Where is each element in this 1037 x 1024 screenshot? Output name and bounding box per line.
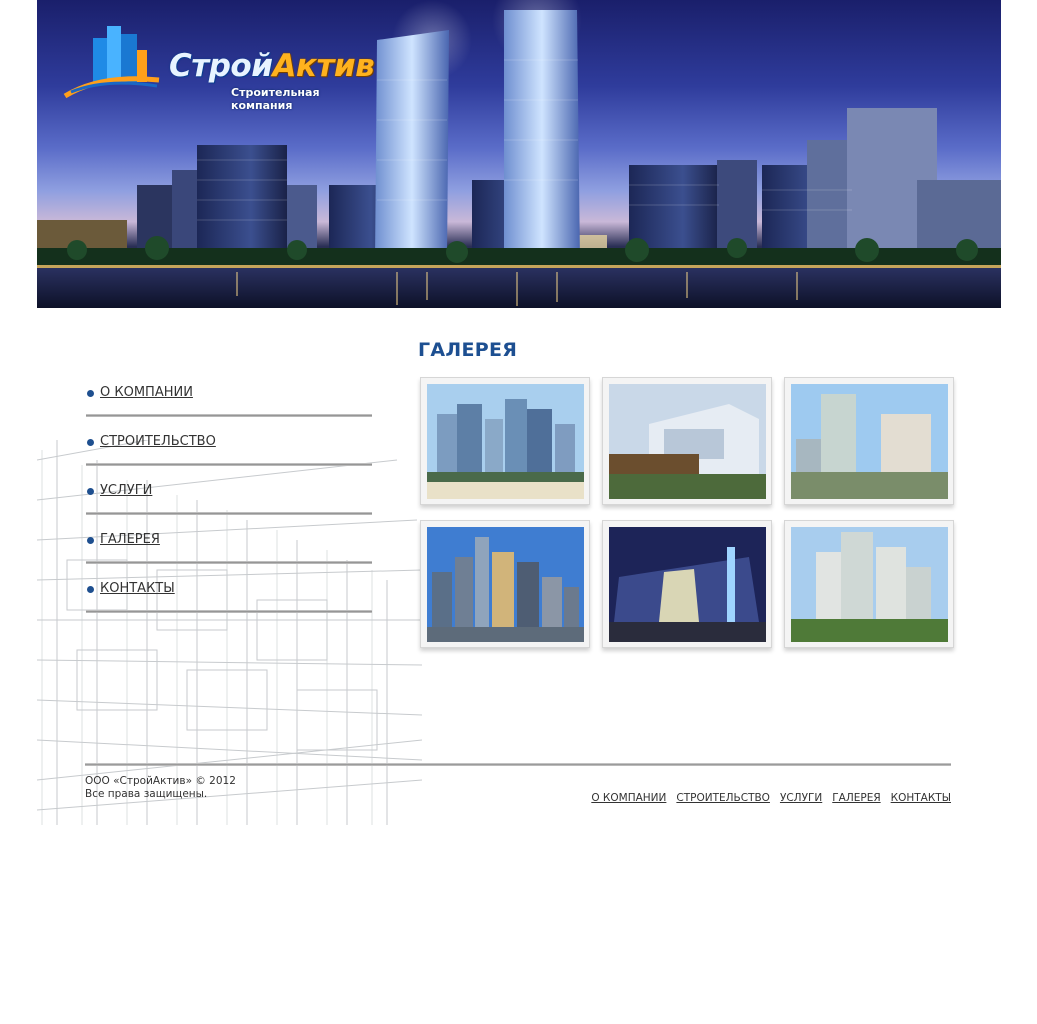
bullet-icon [87, 488, 94, 495]
bullet-icon [87, 439, 94, 446]
gallery-image-6 [791, 527, 948, 642]
logo-buildings-icon [63, 26, 160, 99]
logo-name-part2: Актив [272, 48, 375, 84]
gallery-image-1 [427, 384, 584, 499]
divider [86, 610, 372, 613]
sidebar-link-services[interactable]: УСЛУГИ [100, 483, 152, 498]
page-title: ГАЛЕРЕЯ [418, 339, 518, 361]
footer-link-about[interactable]: О КОМПАНИИ [591, 792, 666, 804]
bullet-icon [87, 537, 94, 544]
footer-divider [85, 763, 951, 766]
gallery-image-4 [427, 527, 584, 642]
divider [86, 463, 372, 466]
sidebar-item-construction[interactable]: СТРОИТЕЛЬСТВО [85, 432, 375, 481]
footer-nav: О КОМПАНИИ СТРОИТЕЛЬСТВО УСЛУГИ ГАЛЕРЕЯ … [591, 792, 951, 804]
logo[interactable]: СтройАктив Строительная компания [61, 20, 375, 112]
gallery-image-3 [791, 384, 948, 499]
gallery-thumb-1[interactable] [420, 377, 590, 505]
sidebar-nav: О КОМПАНИИ СТРОИТЕЛЬСТВО УСЛУГИ ГАЛЕРЕЯ … [85, 383, 375, 628]
sidebar-link-contacts[interactable]: КОНТАКТЫ [100, 581, 175, 596]
sidebar-item-about[interactable]: О КОМПАНИИ [85, 383, 375, 432]
copyright: ООО «СтройАктив» © 2012 Все права защище… [85, 775, 236, 801]
gallery-thumb-4[interactable] [420, 520, 590, 648]
gallery-image-2 [609, 384, 766, 499]
footer-link-services[interactable]: УСЛУГИ [780, 792, 822, 804]
divider [86, 561, 372, 564]
bullet-icon [87, 586, 94, 593]
logo-name: СтройАктив [169, 48, 375, 84]
copyright-line-2: Все права защищены. [85, 788, 208, 800]
sidebar-link-about[interactable]: О КОМПАНИИ [100, 385, 193, 400]
gallery-thumb-3[interactable] [784, 377, 954, 505]
sidebar-item-gallery[interactable]: ГАЛЕРЕЯ [85, 530, 375, 579]
logo-name-part1: Строй [169, 48, 273, 84]
footer-link-gallery[interactable]: ГАЛЕРЕЯ [832, 792, 880, 804]
divider [86, 414, 372, 417]
footer-link-contacts[interactable]: КОНТАКТЫ [891, 792, 951, 804]
gallery-thumb-6[interactable] [784, 520, 954, 648]
logo-subtitle: Строительная компания [231, 86, 320, 112]
sidebar-item-services[interactable]: УСЛУГИ [85, 481, 375, 530]
footer-link-construction[interactable]: СТРОИТЕЛЬСТВО [676, 792, 770, 804]
copyright-line-1: ООО «СтройАктив» © 2012 [85, 775, 236, 787]
gallery-thumb-5[interactable] [602, 520, 772, 648]
gallery-thumb-2[interactable] [602, 377, 772, 505]
sidebar-item-contacts[interactable]: КОНТАКТЫ [85, 579, 375, 628]
header-banner: СтройАктив Строительная компания [37, 0, 1001, 308]
bullet-icon [87, 390, 94, 397]
divider [86, 512, 372, 515]
sidebar-link-construction[interactable]: СТРОИТЕЛЬСТВО [100, 434, 216, 449]
sidebar-link-gallery[interactable]: ГАЛЕРЕЯ [100, 532, 160, 547]
gallery-image-5 [609, 527, 766, 642]
